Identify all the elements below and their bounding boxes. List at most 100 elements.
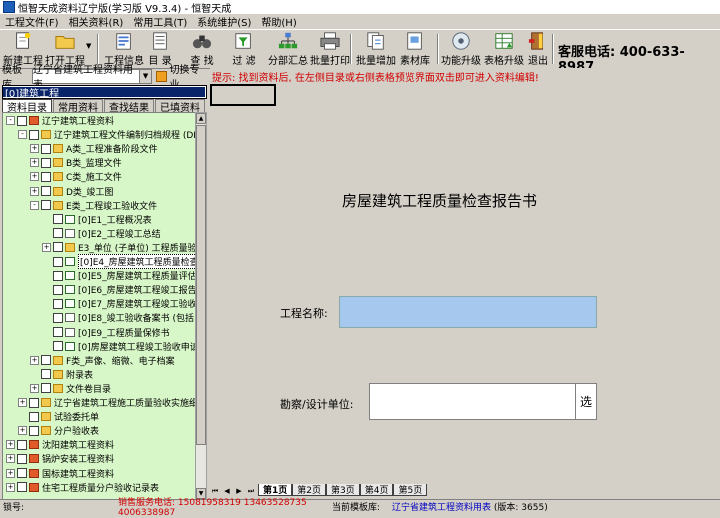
tree-checkbox[interactable] <box>29 425 39 436</box>
tree-checkbox[interactable] <box>41 143 51 154</box>
expand-icon[interactable]: + <box>30 144 39 154</box>
tree-node[interactable]: + 辽宁省建筑工程施工质量验收实施细则 <box>18 396 196 409</box>
tree-node[interactable]: [0]E4_房屋建筑工程质量检查 <box>42 254 196 269</box>
tree-scrollbar[interactable]: ▲ ▼ <box>195 112 207 500</box>
batch-print-button[interactable]: 批量打印 <box>310 31 350 67</box>
expand-icon[interactable]: + <box>18 426 27 436</box>
tree-checkbox[interactable] <box>29 129 39 140</box>
filter-button[interactable]: 过 滤 <box>232 31 256 67</box>
tree-node[interactable]: + 沈阳建筑工程资料 <box>6 438 114 451</box>
tree-checkbox[interactable] <box>41 383 51 394</box>
tree-node[interactable]: [0]E9_工程质量保修书 <box>42 326 170 339</box>
tree-node[interactable]: [0]E7_房屋建筑工程竣工验收 <box>42 297 196 310</box>
scroll-up-icon[interactable]: ▲ <box>196 113 206 124</box>
tree-node[interactable]: + 住宅工程质量分户验收记录表 <box>6 481 159 494</box>
tree-node[interactable]: [0]E8_竣工验收备案书 (包括 <box>42 311 194 324</box>
expand-icon[interactable]: + <box>42 242 51 252</box>
expand-icon[interactable]: + <box>18 398 27 407</box>
tree-node[interactable]: + D类_竣工图 <box>30 185 113 198</box>
current-cell-field[interactable]: [0]建筑工程 <box>2 85 207 100</box>
tree-node[interactable]: [0]E5_房屋建筑工程质量评估 <box>42 269 196 282</box>
summary-button[interactable]: 分部汇总 <box>268 31 308 67</box>
tree-checkbox[interactable] <box>41 355 51 366</box>
tree-node[interactable]: + 分户验收表 <box>18 424 99 437</box>
tree-node[interactable]: + A类_工程准备阶段文件 <box>30 142 158 155</box>
tab-catalog[interactable]: 资料目录 <box>2 99 52 114</box>
tree-checkbox[interactable] <box>53 298 63 309</box>
tree-checkbox[interactable] <box>53 327 63 337</box>
tree-node[interactable]: + 锅炉安装工程资料 <box>6 452 114 465</box>
tree-checkbox[interactable] <box>17 453 27 464</box>
tree-node[interactable]: + C类_施工文件 <box>30 170 122 183</box>
tree-checkbox[interactable] <box>17 439 27 450</box>
tree-checkbox[interactable] <box>41 200 51 211</box>
expand-icon[interactable]: + <box>30 355 39 365</box>
design-unit-field[interactable] <box>369 383 577 420</box>
batch-add-button[interactable]: 批量增加 <box>356 31 396 67</box>
collapse-icon[interactable]: - <box>18 130 27 140</box>
material-library-button[interactable]: 素材库 <box>400 31 430 67</box>
chevron-down-icon[interactable]: ▼ <box>139 69 151 83</box>
exit-button[interactable]: 退出 <box>526 31 550 67</box>
tree-checkbox[interactable] <box>53 341 63 352</box>
tree-checkbox[interactable] <box>29 411 39 422</box>
menu-file[interactable]: 工程文件(F) <box>0 14 64 29</box>
sheet-tab-5[interactable]: 第5页 <box>393 484 428 496</box>
expand-icon[interactable]: + <box>6 482 15 492</box>
tree-checkbox[interactable] <box>53 312 63 323</box>
tab-filled[interactable]: 已填资料 <box>155 99 205 114</box>
open-dropdown-arrow[interactable]: ▼ <box>86 42 91 50</box>
collapse-icon[interactable]: - <box>30 200 39 210</box>
tree-checkbox[interactable] <box>41 369 51 380</box>
menu-related[interactable]: 相关资料(R) <box>64 14 129 29</box>
tree-checkbox[interactable] <box>53 284 63 295</box>
tab-search-results[interactable]: 查找结果 <box>104 99 154 114</box>
tree-checkbox[interactable] <box>53 256 63 267</box>
tree-node[interactable]: 试验委托单 <box>18 410 99 423</box>
selected-cell[interactable] <box>210 84 276 106</box>
scroll-thumb[interactable] <box>196 125 206 445</box>
project-name-field[interactable] <box>339 296 597 328</box>
select-unit-button[interactable]: 选 <box>575 383 597 420</box>
tree-checkbox[interactable] <box>53 214 63 225</box>
template-select[interactable]: 辽宁省建筑工程资料用表 ▼ <box>31 65 152 91</box>
tree-node[interactable]: [0]E6_房屋建筑工程竣工报告 <box>42 283 196 296</box>
expand-icon[interactable]: + <box>6 440 15 450</box>
tree-checkbox[interactable] <box>41 171 51 182</box>
sheet-tab-4[interactable]: 第4页 <box>359 484 394 496</box>
tree-checkbox[interactable] <box>53 242 63 253</box>
tree-checkbox[interactable] <box>17 468 27 478</box>
tree-checkbox[interactable] <box>17 482 27 493</box>
table-upgrade-button[interactable]: 表格升级 <box>484 31 524 67</box>
tree-node[interactable]: [0]房屋建筑工程竣工验收申请 <box>42 340 196 353</box>
collapse-icon[interactable]: - <box>6 116 15 125</box>
expand-icon[interactable]: + <box>30 172 39 182</box>
tree-node[interactable]: + E3_单位 (子单位) 工程质量验 <box>42 241 196 254</box>
tree-node[interactable]: - E类_工程竣工验收文件 <box>30 199 157 212</box>
tree-checkbox[interactable] <box>29 397 39 408</box>
tree-checkbox[interactable] <box>41 157 51 168</box>
tree-checkbox[interactable] <box>53 270 63 281</box>
expand-icon[interactable]: + <box>30 158 39 168</box>
tree-node[interactable]: [0]E1_工程概况表 <box>42 213 152 226</box>
tree-node[interactable]: + 国标建筑工程资料 <box>6 467 114 480</box>
tree-node[interactable]: - 辽宁建筑工程资料 <box>6 114 114 127</box>
expand-icon[interactable]: + <box>30 383 39 393</box>
tree-node[interactable]: + B类_监理文件 <box>30 156 122 169</box>
tab-common[interactable]: 常用资料 <box>53 99 103 114</box>
tree-node[interactable]: [0]E2_工程竣工总结 <box>42 227 161 240</box>
tree-node[interactable]: + F类_声像、缩微、电子档案 <box>30 354 175 367</box>
tree-node[interactable]: + 文件卷目录 <box>30 382 111 395</box>
function-upgrade-button[interactable]: 功能升级 <box>441 31 481 67</box>
tree-checkbox[interactable] <box>53 228 63 239</box>
expand-icon[interactable]: + <box>6 468 15 478</box>
tree-checkbox[interactable] <box>41 186 51 196</box>
tree-checkbox[interactable] <box>17 115 27 126</box>
menu-help[interactable]: 帮助(H) <box>256 14 301 29</box>
tree-node[interactable]: - 辽宁建筑工程文件编制归档规程 (DB2 <box>18 128 196 141</box>
expand-icon[interactable]: + <box>30 186 39 196</box>
menu-system[interactable]: 系统维护(S) <box>192 14 256 29</box>
expand-icon[interactable]: + <box>6 454 15 464</box>
menu-tools[interactable]: 常用工具(T) <box>128 14 192 29</box>
tree-node[interactable]: 附录表 <box>30 368 93 381</box>
